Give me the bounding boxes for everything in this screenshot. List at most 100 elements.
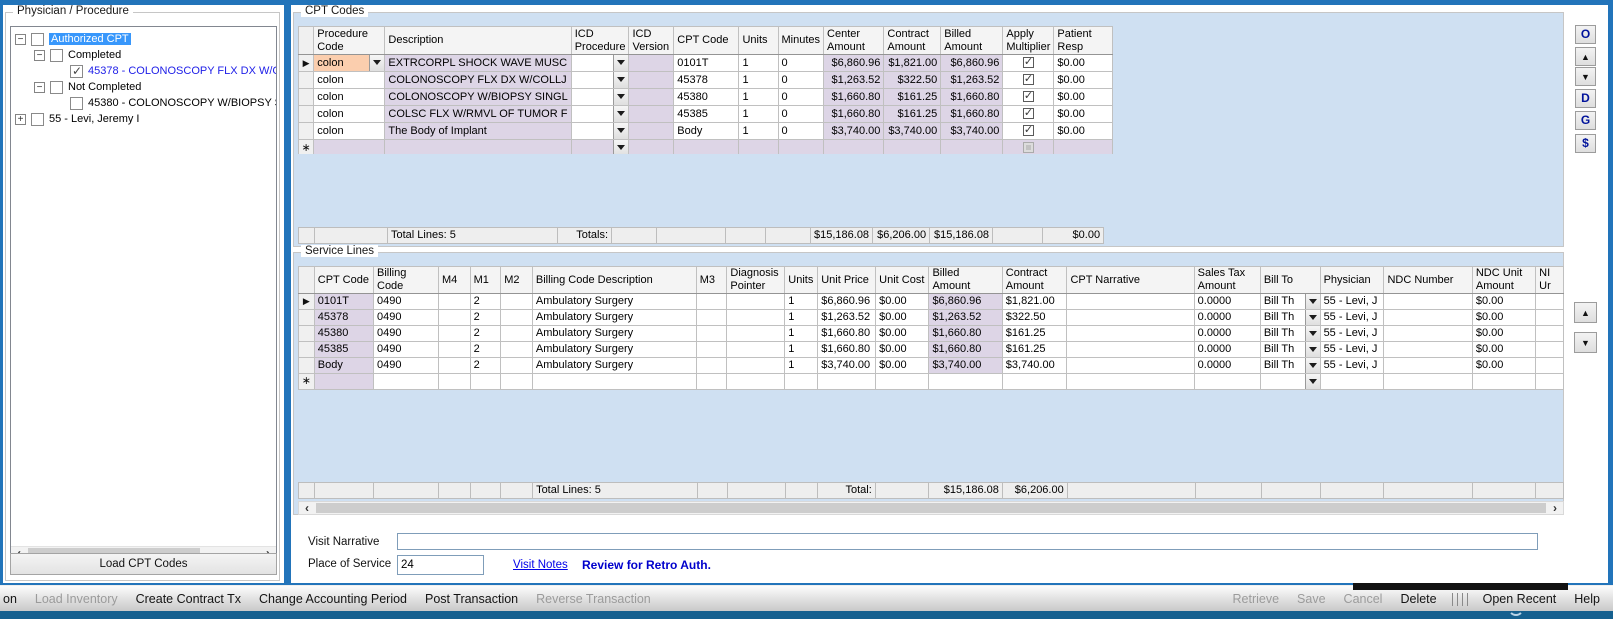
- toolbar-item-help[interactable]: Help: [1565, 592, 1609, 606]
- scroll-right-icon[interactable]: ›: [1547, 502, 1563, 514]
- dropdown-arrow-icon[interactable]: [613, 140, 628, 154]
- row-selector[interactable]: [299, 72, 314, 89]
- row-selector[interactable]: [299, 123, 314, 140]
- dropdown-arrow-icon[interactable]: [369, 55, 384, 71]
- column-header[interactable]: Procedure Code: [314, 27, 385, 55]
- checkbox[interactable]: [1023, 91, 1034, 102]
- row-selector[interactable]: [299, 342, 315, 358]
- tree-item-label[interactable]: Authorized CPT: [49, 33, 131, 45]
- o-button[interactable]: O: [1575, 25, 1596, 44]
- toolbar-item-on[interactable]: on: [0, 592, 26, 606]
- tree-item-label[interactable]: 45378 - COLONOSCOPY FLX DX W/COLLJ: [88, 65, 277, 77]
- visit-notes-link[interactable]: Visit Notes: [513, 559, 568, 571]
- column-header[interactable]: Center Amount: [824, 27, 884, 55]
- row-selector[interactable]: [299, 358, 315, 374]
- column-header[interactable]: ICD Version: [629, 27, 674, 55]
- column-header[interactable]: Unit Cost: [876, 267, 929, 294]
- column-header[interactable]: NI Ur: [1536, 267, 1564, 294]
- column-header[interactable]: NDC Number: [1384, 267, 1472, 294]
- column-header[interactable]: CPT Code: [314, 267, 373, 294]
- toolbar-item-post-transaction[interactable]: Post Transaction: [416, 592, 527, 606]
- column-header[interactable]: ICD Procedure: [571, 27, 629, 55]
- column-header[interactable]: Description: [385, 27, 571, 55]
- row-selector[interactable]: [299, 310, 315, 326]
- service-move-up-button[interactable]: ▲: [1574, 302, 1597, 323]
- collapse-icon[interactable]: −: [34, 50, 45, 61]
- collapse-icon[interactable]: −: [34, 82, 45, 93]
- tree-item-label[interactable]: 45380 - COLONOSCOPY W/BIOPSY SINGL: [88, 97, 277, 109]
- row-selector[interactable]: ▶: [299, 55, 314, 72]
- checkbox[interactable]: [70, 97, 83, 110]
- checkbox[interactable]: [50, 49, 63, 62]
- column-header[interactable]: M3: [696, 267, 727, 294]
- d-button[interactable]: D: [1575, 89, 1596, 108]
- toolbar-item-delete[interactable]: Delete: [1391, 592, 1445, 606]
- dropdown-arrow-icon[interactable]: [1305, 310, 1320, 325]
- toolbar-item-create-contract-tx[interactable]: Create Contract Tx: [127, 592, 250, 606]
- row-selector[interactable]: [299, 89, 314, 106]
- column-header[interactable]: Bill To: [1260, 267, 1320, 294]
- move-down-button[interactable]: ▼: [1575, 67, 1596, 86]
- tree-item[interactable]: +55 - Levi, Jeremy I: [11, 111, 276, 127]
- tree-item[interactable]: − Completed: [11, 47, 276, 63]
- column-header[interactable]: [299, 27, 314, 55]
- tree-item[interactable]: − Authorized CPT: [11, 31, 276, 47]
- column-header[interactable]: Diagnosis Pointer: [727, 267, 785, 294]
- checkbox[interactable]: [1023, 125, 1034, 136]
- new-row-selector[interactable]: ∗: [299, 374, 315, 390]
- dropdown-arrow-icon[interactable]: [1305, 358, 1320, 373]
- dropdown-arrow-icon[interactable]: [1305, 374, 1320, 389]
- column-header[interactable]: Billing Code Description: [532, 267, 696, 294]
- dollar-button[interactable]: $: [1575, 134, 1596, 153]
- column-header[interactable]: Billed Amount: [929, 267, 1002, 294]
- column-header[interactable]: Physician: [1320, 267, 1384, 294]
- tree-item[interactable]: 45378 - COLONOSCOPY FLX DX W/COLLJ: [11, 63, 276, 79]
- service_lines-table[interactable]: CPT CodeBilling CodeM4M1M2Billing Code D…: [298, 266, 1564, 390]
- checkbox[interactable]: [1023, 57, 1034, 68]
- checkbox[interactable]: [31, 33, 44, 46]
- visit-narrative-input[interactable]: [397, 533, 1538, 550]
- column-header[interactable]: M2: [501, 267, 533, 294]
- collapse-icon[interactable]: −: [15, 34, 26, 45]
- checkbox[interactable]: [31, 113, 44, 126]
- row-selector[interactable]: [299, 106, 314, 123]
- dropdown-arrow-icon[interactable]: [1305, 294, 1320, 309]
- tree-item-label[interactable]: Completed: [68, 49, 121, 61]
- column-header[interactable]: Contract Amount: [884, 27, 941, 55]
- column-header[interactable]: Billed Amount: [941, 27, 1003, 55]
- tree-item[interactable]: 45380 - COLONOSCOPY W/BIOPSY SINGL: [11, 95, 276, 111]
- tree-item-label[interactable]: 55 - Levi, Jeremy I: [49, 113, 139, 125]
- dropdown-arrow-icon[interactable]: [1305, 326, 1320, 341]
- column-header[interactable]: Contract Amount: [1002, 267, 1067, 294]
- dropdown-arrow-icon[interactable]: [613, 106, 628, 122]
- column-header[interactable]: Sales Tax Amount: [1194, 267, 1260, 294]
- column-header[interactable]: CPT Code: [674, 27, 739, 55]
- dropdown-arrow-icon[interactable]: [613, 89, 628, 105]
- row-selector[interactable]: ▶: [299, 294, 315, 310]
- checkbox[interactable]: [1023, 108, 1034, 119]
- column-header[interactable]: Minutes: [778, 27, 824, 55]
- toolbar-item-change-accounting-period[interactable]: Change Accounting Period: [250, 592, 416, 606]
- column-header[interactable]: Unit Price: [818, 267, 876, 294]
- checkbox[interactable]: [50, 81, 63, 94]
- tree-item[interactable]: −Not Completed: [11, 79, 276, 95]
- move-up-button[interactable]: ▲: [1575, 47, 1596, 66]
- toolbar-item-open-recent[interactable]: Open Recent: [1474, 592, 1566, 606]
- scroll-left-icon[interactable]: ‹: [299, 502, 315, 514]
- cpt-tree[interactable]: ‹ › −Authorized CPT−Completed45378 - COL…: [10, 26, 277, 562]
- dropdown-arrow-icon[interactable]: [613, 55, 628, 71]
- column-header[interactable]: Units: [785, 267, 818, 294]
- column-header[interactable]: M1: [470, 267, 501, 294]
- column-header[interactable]: Billing Code: [374, 267, 439, 294]
- column-header[interactable]: Units: [739, 27, 778, 55]
- cpt-codes-grid[interactable]: Procedure CodeDescriptionICD ProcedureIC…: [298, 26, 1113, 154]
- load-cpt-codes-button[interactable]: Load CPT Codes: [10, 553, 277, 575]
- new-row-selector[interactable]: ∗: [299, 140, 314, 155]
- column-header[interactable]: CPT Narrative: [1067, 267, 1194, 294]
- expand-icon[interactable]: +: [15, 114, 26, 125]
- service-lines-grid[interactable]: CPT CodeBilling CodeM4M1M2Billing Code D…: [298, 266, 1564, 392]
- place-of-service-input[interactable]: [397, 555, 484, 575]
- checkbox[interactable]: [1023, 74, 1034, 85]
- g-button[interactable]: G: [1575, 111, 1596, 130]
- column-header[interactable]: M4: [438, 267, 470, 294]
